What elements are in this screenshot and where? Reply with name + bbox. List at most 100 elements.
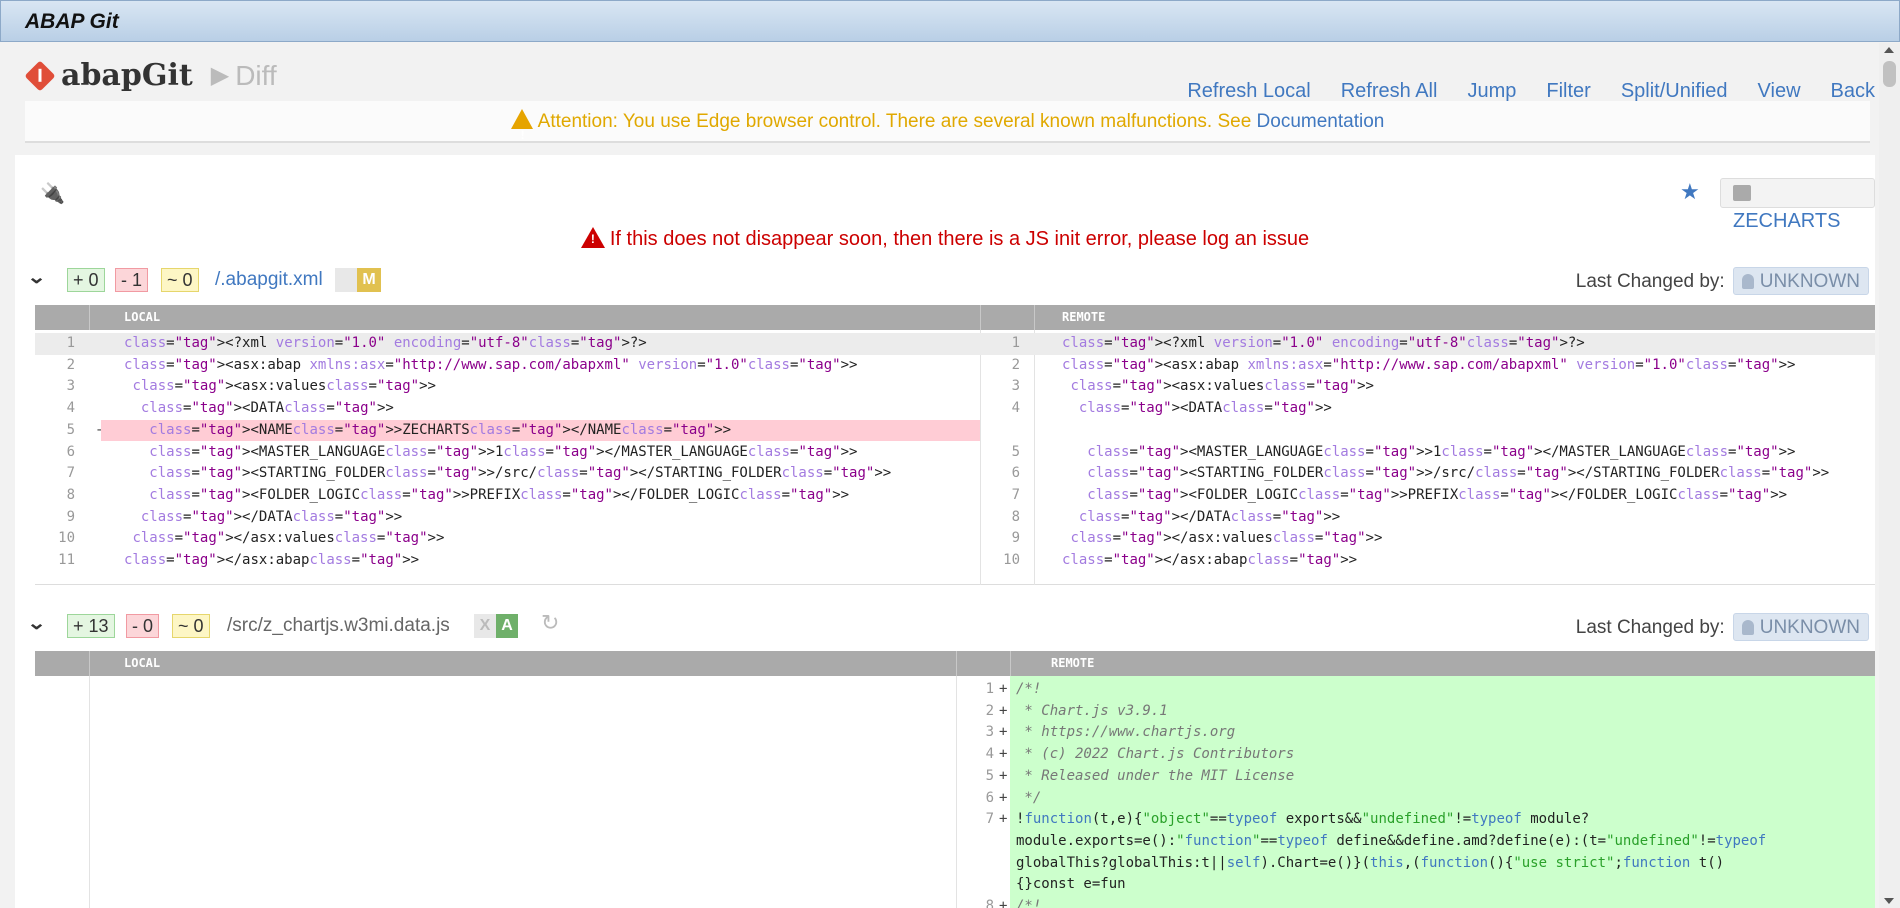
local-state: X [474,614,496,638]
line-number-local: 9 [66,508,75,525]
diff-row: module.exports=e():"function"==typeof de… [35,831,1875,853]
window-title: ABAP Git [25,10,119,33]
diff-row: 10 class="tag"></asx:valuesclass="tag">>… [35,528,1875,550]
user-name: UNKNOWN [1759,271,1860,292]
header-divider [980,305,981,330]
documentation-link[interactable]: Documentation [1257,111,1385,132]
file-name: /src/z_chartjs.w3mi.data.js [227,615,450,636]
line-number-local: 6 [66,443,75,460]
remote-header: REMOTE [1051,656,1095,670]
code-line-local: class="tag"><?xml version="1.0" encoding… [124,335,647,351]
code-line-remote: class="tag"><asx:abap xmlns:asx="http://… [1062,356,1796,373]
chevron-down-icon[interactable]: ⌄ [27,267,47,288]
code-line-remote: class="tag"></asx:valuesclass="tag">> [1070,530,1383,547]
attention-banner: ! Attention: You use Edge browser control… [25,101,1870,143]
diff-row: 5 + * Released under the MIT License [35,766,1875,788]
package-button[interactable]: ZECHARTS [1720,178,1875,232]
modified-count-badge: ~ 0 [172,614,210,638]
app-logo[interactable]: abapGit ▶ Diff [24,58,277,93]
diff-sign: + [999,789,1008,806]
line-number-local: 10 [58,530,75,547]
scroll-up-icon[interactable] [1884,47,1894,53]
header-divider [1034,305,1035,330]
error-icon: ! [580,227,605,248]
line-number-remote: 4 [985,746,994,763]
line-number-local: 5 [66,421,75,438]
line-number-remote: 1 [1011,335,1020,351]
breadcrumb-page: Diff [235,59,277,91]
local-state [335,268,357,292]
code-line-remote: */ [1016,789,1042,806]
menu-filter[interactable]: Filter [1546,80,1590,103]
remote-header: REMOTE [1062,310,1106,324]
code-line-remote: class="tag"><STARTING_FOLDERclass="tag">… [1087,465,1830,482]
package-icon [1733,185,1751,201]
vertical-scrollbar[interactable] [1879,43,1900,908]
code-line-remote: class="tag"></asx:abapclass="tag">> [1062,552,1358,568]
line-number-local: 11 [58,552,75,568]
header-divider [956,651,957,676]
header-divider [1010,651,1011,676]
file-name-link[interactable]: /.abapgit.xml [215,269,323,291]
line-number-local: 7 [66,465,75,482]
code-line-remote: class="tag"><asx:valuesclass="tag">> [1070,378,1374,395]
code-line-remote: module.exports=e():"function"==typeof de… [1016,832,1767,849]
user-badge[interactable]: UNKNOWN [1732,267,1869,295]
menu-view[interactable]: View [1758,80,1801,103]
code-line-remote: class="tag"><?xml version="1.0" encoding… [1062,335,1585,351]
code-line-local: class="tag"><asx:valuesclass="tag">> [132,378,436,395]
code-line-local: class="tag"><asx:abap xmlns:asx="http://… [124,356,858,373]
diff-table: LOCAL REMOTE 1 + /*! 2 + * Chart.js v3.9.1 3 +… [35,651,1875,908]
code-line-remote: class="tag"><FOLDER_LOGICclass="tag">>PR… [1087,486,1788,503]
user-icon [1741,620,1754,635]
code-line-remote: * Released under the MIT License [1016,767,1295,784]
menu-refresh-local[interactable]: Refresh Local [1187,80,1310,103]
code-line-remote: * (c) 2022 Chart.js Contributors [1016,746,1295,763]
chevron-down-icon[interactable]: ⌄ [27,613,47,634]
diff-row: 11 class="tag"></asx:abapclass="tag">> 10 c… [35,550,1875,572]
code-line-local: class="tag"></asx:abapclass="tag">> [124,552,420,568]
line-number-remote: 6 [985,789,994,806]
menu-refresh-all[interactable]: Refresh All [1341,80,1438,103]
last-changed-label: Last Changed by: [1575,271,1725,292]
last-changed-by: Last Changed by: UNKNOWN [1576,613,1869,641]
header-divider [89,651,90,676]
star-icon[interactable]: ★ [1680,179,1700,205]
diff-row: 6 + */ [35,788,1875,810]
local-header: LOCAL [124,656,161,670]
diff-row: 4 + * (c) 2022 Chart.js Contributors [35,744,1875,766]
code-line-remote: !function(t,e){"object"==typeof exports&… [1016,811,1590,828]
deleted-count-badge: - 1 [115,268,149,292]
diff-row: 7 class="tag"><STARTING_FOLDERclass="tag… [35,463,1875,485]
code-line-local: class="tag"><NAMEclass="tag">>ZECHARTScl… [149,421,732,438]
scrollbar-thumb[interactable] [1883,61,1896,87]
diff-row: 5 - class="tag"><NAMEclass="tag">>ZECHART… [35,419,1875,442]
menu-jump[interactable]: Jump [1467,80,1516,103]
deleted-count-badge: - 0 [126,614,160,638]
code-line-local: class="tag"><MASTER_LANGUAGEclass="tag">… [149,443,858,460]
js-error-message: ! If this does not disappear soon, then t… [15,227,1875,251]
diff-row: 3 + * https://www.chartjs.org [35,722,1875,744]
added-count-badge: + 13 [67,614,115,638]
diff-row: 2 class="tag"><asx:abap xmlns:asx="http:/… [35,355,1875,377]
page: abapGit ▶ Diff Refresh Local Refresh All… [5,43,1879,908]
menu-back[interactable]: Back [1831,80,1875,103]
app-name: abapGit [61,58,193,93]
refresh-icon[interactable]: ↻ [541,610,559,636]
diff-row: {}const e=fun [35,874,1875,896]
line-number-remote: 5 [1011,443,1020,460]
user-name: UNKNOWN [1759,617,1860,638]
user-icon [1741,274,1754,289]
scroll-down-icon[interactable] [1884,898,1894,904]
diff-sign: + [999,811,1008,828]
breadcrumb-arrow-icon: ▶ [210,62,230,89]
file-header: ⌄ + 13 - 0 ~ 0 /src/z_chartjs.w3mi.data.… [27,608,1869,642]
diff-row: globalThis?globalThis:t||self).Chart=e()… [35,853,1875,875]
diff-table: LOCAL REMOTE 1 class="tag"><?xml version=… [35,305,1875,585]
plug-icon[interactable]: 🔌 [40,181,65,206]
line-number-local: 4 [66,400,75,417]
menu-split-unified[interactable]: Split/Unified [1621,80,1728,103]
user-badge[interactable]: UNKNOWN [1732,613,1869,641]
window-titlebar: ABAP Git [0,0,1900,42]
line-number-remote: 3 [1011,378,1020,395]
